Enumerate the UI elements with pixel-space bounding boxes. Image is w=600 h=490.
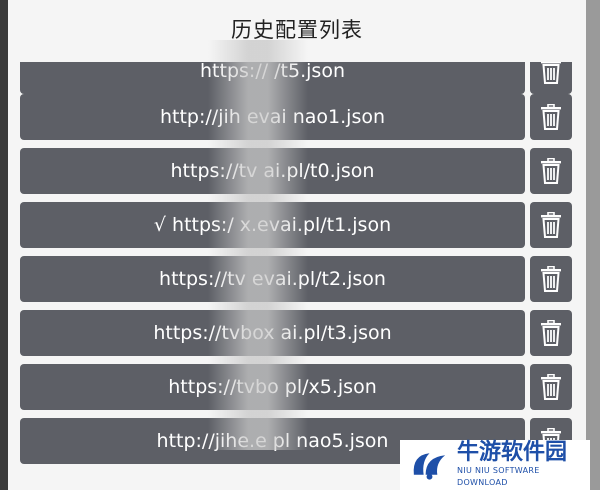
watermark: 牛游软件园 NIU NIU SOFTWARE DOWNLOAD xyxy=(400,440,590,490)
list-item: https://tvbo pl/x5.json xyxy=(8,364,586,410)
backdrop-right xyxy=(586,0,600,490)
dialog-title: 历史配置列表 xyxy=(231,18,363,42)
delete-button[interactable] xyxy=(530,62,572,94)
list-item: http://jih evai nao1.json xyxy=(8,94,586,140)
list-item-selected: √ https:/ x.evai.pl/t1.json xyxy=(8,202,586,248)
delete-button[interactable] xyxy=(530,94,572,140)
trash-icon xyxy=(541,62,561,84)
delete-button[interactable] xyxy=(530,202,572,248)
delete-button[interactable] xyxy=(530,310,572,356)
trash-icon xyxy=(541,104,561,130)
trash-icon xyxy=(541,320,561,346)
list-item: https:// /t5.json xyxy=(8,62,586,94)
history-list[interactable]: https:// /t5.json http://jih evai nao1.j… xyxy=(8,62,586,490)
watermark-cn: 牛游软件园 xyxy=(457,440,568,465)
config-url-button[interactable]: √ https:/ x.evai.pl/t1.json xyxy=(20,202,525,248)
config-url-button[interactable]: https://tv evai.pl/t2.json xyxy=(20,256,525,302)
delete-button[interactable] xyxy=(530,148,572,194)
watermark-text: 牛游软件园 NIU NIU SOFTWARE DOWNLOAD xyxy=(457,441,590,489)
trash-icon xyxy=(541,374,561,400)
trash-icon xyxy=(541,266,561,292)
watermark-en: NIU NIU SOFTWARE DOWNLOAD xyxy=(457,466,540,487)
list-item: https://tv evai.pl/t2.json xyxy=(8,256,586,302)
config-url-button[interactable]: https://tv ai.pl/t0.json xyxy=(20,148,525,194)
trash-icon xyxy=(541,158,561,184)
config-url-button[interactable]: https:// /t5.json xyxy=(20,62,525,94)
delete-button[interactable] xyxy=(530,364,572,410)
niuniu-logo-icon xyxy=(413,453,446,480)
delete-button[interactable] xyxy=(530,256,572,302)
list-item: https://tv ai.pl/t0.json xyxy=(8,148,586,194)
list-item: https://tvbox ai.pl/t3.json xyxy=(8,310,586,356)
history-config-dialog: 历史配置列表 https:// /t5.json http://jih evai… xyxy=(8,0,586,490)
config-url-button[interactable]: https://tvbox ai.pl/t3.json xyxy=(20,310,525,356)
config-url-button[interactable]: http://jih evai nao1.json xyxy=(20,94,525,140)
trash-icon xyxy=(541,212,561,238)
config-url-button[interactable]: https://tvbo pl/x5.json xyxy=(20,364,525,410)
backdrop-left xyxy=(0,0,8,490)
